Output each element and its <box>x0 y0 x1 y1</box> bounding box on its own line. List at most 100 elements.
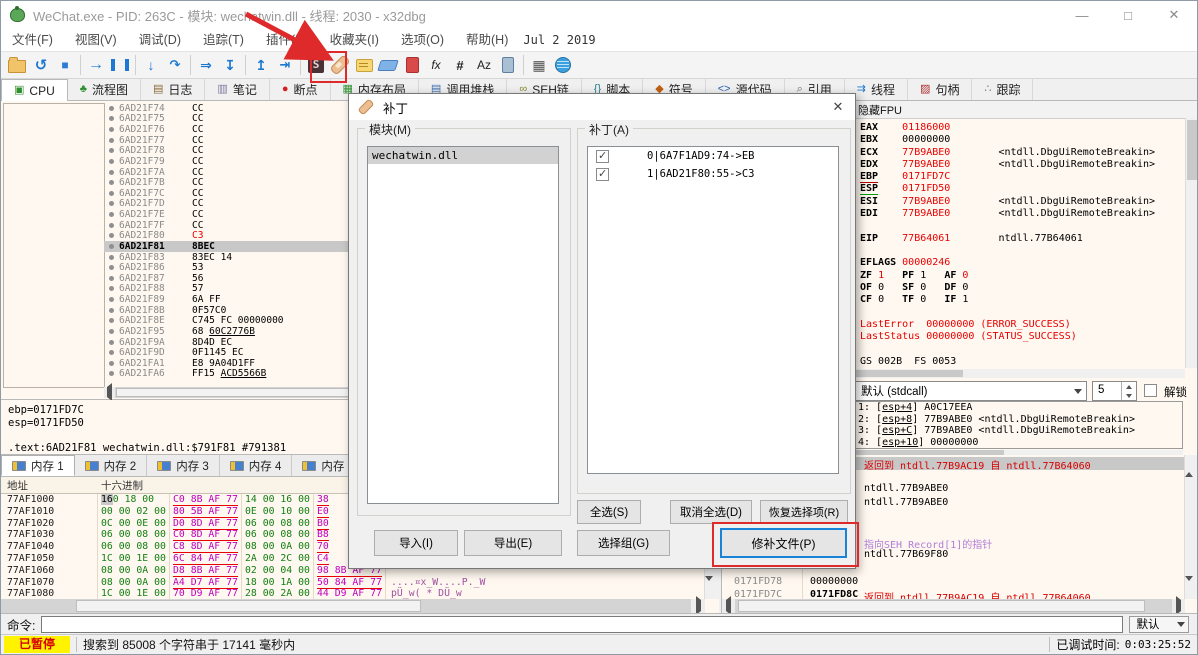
spinner-arrows[interactable] <box>1121 382 1136 400</box>
scrollbar-thumb[interactable] <box>76 600 421 612</box>
breakpoint-dot[interactable] <box>109 212 114 218</box>
breakpoint-dot[interactable] <box>109 318 114 324</box>
scroll-left-icon[interactable] <box>722 596 735 615</box>
breakpoint-dot[interactable] <box>109 180 114 186</box>
register-row[interactable] <box>860 220 1181 232</box>
select-group-button[interactable]: 选择组(G) <box>577 530 670 556</box>
dump-row[interactable]: 77AF1070 08 00 0A 00 A4 D7 AF 77 18 00 1A 0… <box>1 577 704 589</box>
breakpoint-dot[interactable] <box>109 127 114 133</box>
breakpoint-dot[interactable] <box>109 307 114 313</box>
hash-icon[interactable]: # <box>448 53 472 77</box>
stack-row[interactable]: 0171FD7C 0171FD8C 返回到 ntdll.77B9AC19 自 ntd… <box>722 589 1184 599</box>
registers-hscrollbar[interactable] <box>851 369 1185 378</box>
label-icon[interactable] <box>376 53 400 77</box>
dump-tab-内存 1[interactable]: 内存 1 <box>1 455 75 476</box>
menu-item-6[interactable]: 选项(O) <box>390 29 455 51</box>
register-row[interactable]: OF 0 SF 0 DF 0 <box>860 282 1181 294</box>
breakpoint-dot[interactable] <box>109 105 114 111</box>
register-row[interactable]: EAX 01186000 <box>860 122 1181 134</box>
register-row[interactable]: LastStatus 00000000 (STATUS_SUCCESS) <box>860 331 1181 343</box>
attach-icon[interactable]: ⇥ <box>273 53 297 77</box>
argument-depth-spinner[interactable]: 5 <box>1092 381 1137 401</box>
breakpoint-dot[interactable] <box>109 169 114 175</box>
register-row[interactable]: EBX 00000000 <box>860 134 1181 146</box>
restore-selection-button[interactable]: 恢复选择项(R) <box>760 500 848 524</box>
dialog-close-icon[interactable]: ✕ <box>821 94 855 120</box>
step-into-source-icon[interactable]: ↧ <box>218 53 242 77</box>
register-row[interactable]: ZF 1 PF 1 AF 0 <box>860 270 1181 282</box>
register-row[interactable]: ECX 77B9ABE0 <ntdll.DbgUiRemoteBreakin> <box>860 147 1181 159</box>
breakpoint-dot[interactable] <box>109 222 114 228</box>
module-list[interactable]: wechatwin.dll <box>367 146 559 504</box>
module-list-item[interactable]: wechatwin.dll <box>368 147 558 164</box>
run-icon[interactable]: → <box>84 53 108 77</box>
restart-icon[interactable]: ↺ <box>29 53 53 77</box>
tab-句柄[interactable]: ▨ 句柄 <box>908 79 973 100</box>
open-file-icon[interactable] <box>5 53 29 77</box>
breakpoint-dot[interactable] <box>109 339 114 345</box>
breakpoint-dot[interactable] <box>109 116 114 122</box>
close-button[interactable]: ✕ <box>1151 1 1197 29</box>
breakpoint-dot[interactable] <box>109 254 114 260</box>
register-row[interactable]: EDI 77B9ABE0 <ntdll.DbgUiRemoteBreakin> <box>860 208 1181 220</box>
globe-icon[interactable] <box>551 53 575 77</box>
register-row[interactable]: LastError 00000000 (ERROR_SUCCESS) <box>860 319 1181 331</box>
register-row[interactable]: EBP 0171FD7C <box>860 171 1181 184</box>
step-over-icon[interactable]: ↷ <box>163 53 187 77</box>
patch-dialog-titlebar[interactable]: 补丁 ✕ <box>349 94 855 120</box>
export-button[interactable]: 导出(E) <box>464 530 562 556</box>
scroll-down-icon[interactable] <box>705 576 719 599</box>
breakpoint-dot[interactable] <box>109 328 114 334</box>
scroll-right-icon[interactable] <box>1172 596 1185 615</box>
scrollbar-thumb[interactable] <box>1187 120 1197 180</box>
tab-日志[interactable]: ▤ 日志 <box>141 79 206 100</box>
register-row[interactable]: EFLAGS 00000246 <box>860 257 1181 269</box>
modules-icon[interactable] <box>496 53 520 77</box>
breakpoint-dot[interactable] <box>109 350 114 356</box>
patch-list-item[interactable]: 0|6A7F1AD9:74->EB <box>588 147 838 165</box>
scroll-down-icon[interactable] <box>1185 576 1197 599</box>
breakpoint-dot[interactable] <box>109 265 114 271</box>
patch-checkbox[interactable] <box>596 167 609 181</box>
breakpoint-dot[interactable] <box>109 371 114 377</box>
breakpoint-dot[interactable] <box>109 360 114 366</box>
register-row[interactable] <box>860 343 1181 355</box>
menu-item-4[interactable]: 插件(P) <box>255 29 319 51</box>
tab-断点[interactable]: ● 断点 <box>270 79 331 100</box>
dump-hscrollbar[interactable] <box>1 596 705 615</box>
breakpoint-dot[interactable] <box>109 148 114 154</box>
breakpoint-dot[interactable] <box>109 233 114 239</box>
stack-hscrollbar[interactable] <box>722 596 1185 615</box>
maximize-button[interactable]: □ <box>1105 1 1151 29</box>
execute-till-return-icon[interactable]: ↥ <box>249 53 273 77</box>
argument-row[interactable]: 4: [esp+10] 00000000 <box>854 437 1182 448</box>
scrollbar-thumb[interactable] <box>738 600 1145 612</box>
dump-tab-内存 2[interactable]: 内存 2 <box>74 455 148 476</box>
stack-row[interactable]: 0171FD78 00000000 <box>722 576 1184 589</box>
patch-list[interactable]: 0|6A7F1AD9:74->EB 1|6AD21F80:55->C3 <box>587 146 839 474</box>
menu-item-7[interactable]: 帮助(H) <box>455 29 519 51</box>
comment-icon[interactable] <box>352 53 376 77</box>
menu-item-1[interactable]: 视图(V) <box>64 29 128 51</box>
menu-item-5[interactable]: 收藏夹(I) <box>319 29 390 51</box>
scroll-up-icon[interactable] <box>1185 455 1197 477</box>
scrollbar-thumb[interactable] <box>854 450 1004 455</box>
argument-row[interactable]: 3: [esp+C] 77B9ABE0 <ntdll.DbgUiRemoteBr… <box>854 425 1182 437</box>
register-row[interactable] <box>860 245 1181 257</box>
patch-checkbox[interactable] <box>596 149 609 163</box>
register-row[interactable]: ESI 77B9ABE0 <ntdll.DbgUiRemoteBreakin> <box>860 196 1181 208</box>
tab-流程图[interactable]: ♣ 流程图 <box>68 79 141 100</box>
dump-row[interactable]: 77AF1080 1C 00 1E 00 70 D9 AF 77 28 00 2A 0… <box>1 588 704 599</box>
strings-icon[interactable] <box>304 53 328 77</box>
tab-CPU[interactable]: ▣ CPU <box>1 79 68 102</box>
breakpoint-dot[interactable] <box>109 137 114 143</box>
breakpoint-dot[interactable] <box>109 190 114 196</box>
register-row[interactable]: CF 0 TF 0 IF 1 <box>860 294 1181 306</box>
scrollbar-thumb[interactable] <box>853 370 963 377</box>
register-row[interactable]: GS 002B FS 0053 <box>860 356 1181 368</box>
calculator-icon[interactable]: ▦ <box>527 53 551 77</box>
breakpoint-dot[interactable] <box>109 275 114 281</box>
stack-vscrollbar[interactable] <box>1184 455 1197 599</box>
hide-fpu-button[interactable]: 隐藏FPU <box>850 101 1197 119</box>
scroll-right-icon[interactable] <box>691 596 705 615</box>
